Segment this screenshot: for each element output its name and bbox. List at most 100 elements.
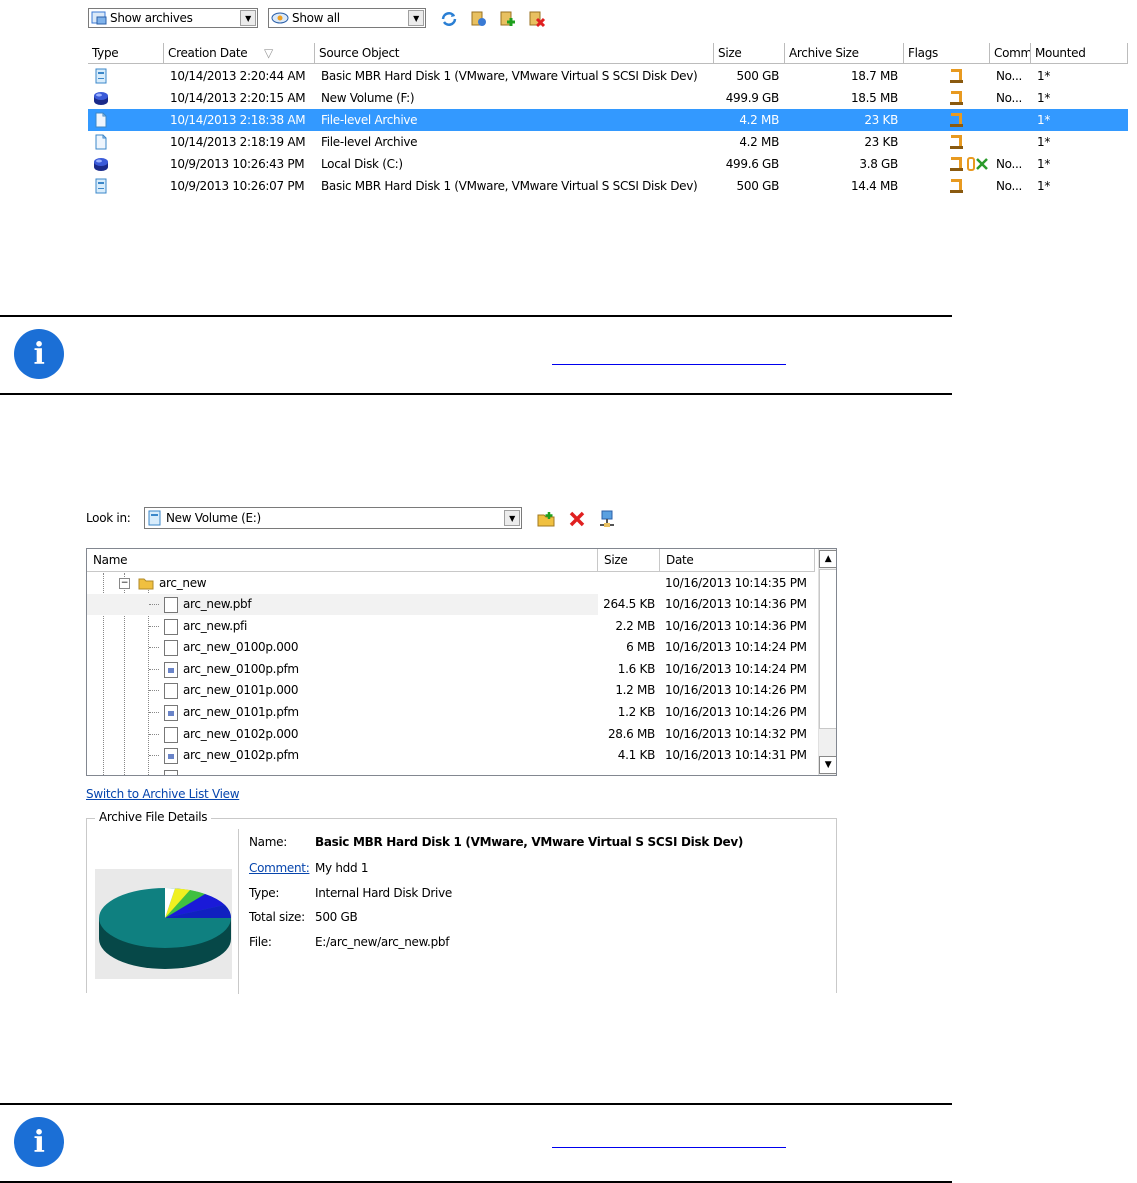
file-row[interactable]: arc_new_0101p.000 1.2 MB 10/16/2013 10:14:…: [87, 680, 817, 701]
new-folder-icon[interactable]: [537, 510, 555, 528]
file-row-partial: [87, 767, 817, 775]
archives-filter-value: Show archives: [110, 11, 193, 25]
archive-row[interactable]: 10/14/2013 2:18:19 AM File-level Archive 4…: [88, 131, 1128, 153]
file-name: arc_new_0101p.pfm: [183, 705, 299, 719]
scrollbar[interactable]: ▲ ▼: [818, 549, 836, 775]
pfm-file-icon: [164, 705, 178, 721]
type-label: Type:: [249, 886, 280, 900]
creation-date-cell: 10/14/2013 2:18:38 AM: [170, 113, 306, 127]
column-header-type[interactable]: Type: [88, 43, 164, 63]
archive-row[interactable]: 10/14/2013 2:20:15 AM New Volume (F:) 499.…: [88, 87, 1128, 109]
file-size: 1.2 KB: [617, 705, 656, 719]
archive-filter-icon: [91, 11, 107, 25]
file-row[interactable]: arc_new_0100p.pfm 1.6 KB 10/16/2013 10:14:…: [87, 659, 817, 680]
file-icon: [164, 726, 178, 743]
file-size: 1.6 KB: [617, 661, 656, 676]
comment-cell: No...: [996, 157, 1023, 171]
archive-size-cell: 3.8 GB: [859, 157, 898, 171]
file-date: 10/16/2013 10:14:36 PM: [665, 618, 807, 633]
column-header-size[interactable]: Size: [714, 43, 785, 63]
file-date: 10/16/2013 10:14:24 PM: [665, 640, 807, 655]
source-object-cell: Basic MBR Hard Disk 1 (VMware, VMware Vi…: [321, 69, 698, 83]
pfm-file-icon: [164, 748, 178, 765]
comment-cell: No...: [996, 69, 1023, 83]
archive-size-cell: 14.4 MB: [850, 179, 898, 193]
comment-cell: [996, 131, 1030, 153]
switch-to-archive-list-link[interactable]: Switch to Archive List View: [86, 787, 240, 801]
chevron-down-icon[interactable]: ▼: [408, 10, 424, 26]
file-size: 2.2 MB: [615, 618, 655, 633]
source-object-cell: File-level Archive: [321, 113, 418, 127]
file-date: 10/16/2013 10:14:36 PM: [665, 597, 807, 611]
flag-icon: [948, 67, 966, 85]
refresh-icon[interactable]: [440, 10, 458, 28]
note-link[interactable]: [552, 1147, 786, 1148]
file-row[interactable]: arc_new_0100p.000 6 MB 10/16/2013 10:14:24…: [87, 637, 817, 658]
file-size: 1.2 MB: [615, 683, 655, 698]
column-header-archive-size[interactable]: Archive Size: [785, 43, 904, 63]
column-header-comment[interactable]: Comm: [990, 43, 1031, 63]
file-size: 28.6 MB: [607, 726, 655, 741]
look-in-label: Look in:: [86, 511, 131, 525]
comment-link[interactable]: Comment:: [249, 861, 310, 875]
file-rows: − arc_new 10/16/2013 10:14:35 PM arc_new…: [87, 573, 817, 775]
network-icon[interactable]: [598, 510, 616, 528]
source-object-cell: New Volume (F:): [321, 91, 415, 105]
archives-filter-dropdown[interactable]: Show archives ▼: [88, 8, 258, 28]
archive-row[interactable]: 10/9/2013 10:26:43 PM Local Disk (C:) 499.…: [88, 153, 1128, 175]
name-label: Name:: [249, 835, 287, 849]
file-name: arc_new.pbf: [183, 597, 252, 611]
settings-icon[interactable]: [470, 10, 488, 28]
file-name: arc_new.pfi: [183, 618, 248, 633]
comment-cell: [996, 109, 1030, 131]
column-header-size[interactable]: Size: [598, 549, 660, 572]
chevron-down-icon[interactable]: ▼: [504, 510, 520, 526]
archive-row[interactable]: 10/14/2013 2:20:44 AM Basic MBR Hard Disk…: [88, 65, 1128, 87]
column-header-mounted[interactable]: Mounted: [1031, 43, 1128, 63]
comment-cell: No...: [996, 179, 1023, 193]
mounted-cell: 1*: [1037, 91, 1051, 105]
file-icon: [164, 769, 178, 775]
tree-line: [149, 647, 159, 649]
column-header-flags[interactable]: Flags: [904, 43, 990, 63]
file-row[interactable]: arc_new.pbf 264.5 KB 10/16/2013 10:14:36 P…: [87, 594, 807, 615]
look-in-dropdown[interactable]: New Volume (E:) ▼: [144, 507, 522, 529]
collapse-toggle-icon[interactable]: −: [119, 578, 130, 589]
info-icon: i: [14, 1117, 64, 1167]
scroll-up-button[interactable]: ▲: [819, 550, 836, 568]
scroll-thumb[interactable]: [819, 569, 836, 729]
file-list[interactable]: Name Size Date − arc_new 10/16/2013 10:1…: [86, 548, 837, 776]
archive-row[interactable]: 10/9/2013 10:26:07 PM Basic MBR Hard Disk…: [88, 175, 1128, 197]
archive-row[interactable]: 10/14/2013 2:18:38 AM File-level Archive 4…: [88, 109, 1128, 131]
file-row[interactable]: arc_new_0102p.pfm 4.1 KB 10/16/2013 10:14:…: [87, 745, 817, 766]
chevron-down-icon[interactable]: ▼: [240, 10, 256, 26]
file-value: E:/arc_new/arc_new.pbf: [315, 935, 450, 949]
folder-date: 10/16/2013 10:14:35 PM: [665, 576, 807, 590]
column-header-creation-date[interactable]: Creation Date ▽: [164, 43, 315, 63]
column-header-date[interactable]: Date: [660, 549, 815, 572]
file-name: arc_new_0102p.pfm: [183, 748, 299, 763]
file-row[interactable]: arc_new_0102p.000 28.6 MB 10/16/2013 10:14…: [87, 724, 817, 745]
eye-filter-icon: [271, 12, 289, 24]
delete-icon[interactable]: [528, 10, 546, 28]
file-row[interactable]: arc_new.pfi 2.2 MB 10/16/2013 10:14:36 PM: [87, 616, 817, 637]
note-link[interactable]: [552, 364, 786, 365]
file-date: 10/16/2013 10:14:24 PM: [665, 661, 807, 676]
creation-date-cell: 10/9/2013 10:26:43 PM: [170, 157, 305, 171]
column-header-name[interactable]: Name: [87, 549, 598, 572]
flag-icon: [948, 89, 966, 107]
file-row[interactable]: arc_new_0101p.pfm 1.2 KB 10/16/2013 10:14:…: [87, 702, 817, 723]
total-size-value: 500 GB: [315, 910, 358, 924]
delete-icon[interactable]: [568, 510, 586, 528]
folder-row[interactable]: − arc_new 10/16/2013 10:14:35 PM: [87, 573, 817, 594]
column-header-source-object[interactable]: Source Object: [315, 43, 714, 63]
show-filter-dropdown[interactable]: Show all ▼: [268, 8, 426, 28]
file-date: 10/16/2013 10:14:31 PM: [665, 748, 807, 763]
details-divider: [238, 829, 239, 994]
scroll-down-button[interactable]: ▼: [819, 756, 836, 774]
comment-value: My hdd 1: [315, 861, 369, 875]
mount-flag-icon: [967, 156, 989, 172]
file-date: 10/16/2013 10:14:26 PM: [665, 705, 807, 719]
add-icon[interactable]: [499, 10, 517, 28]
file-icon: [164, 597, 178, 613]
